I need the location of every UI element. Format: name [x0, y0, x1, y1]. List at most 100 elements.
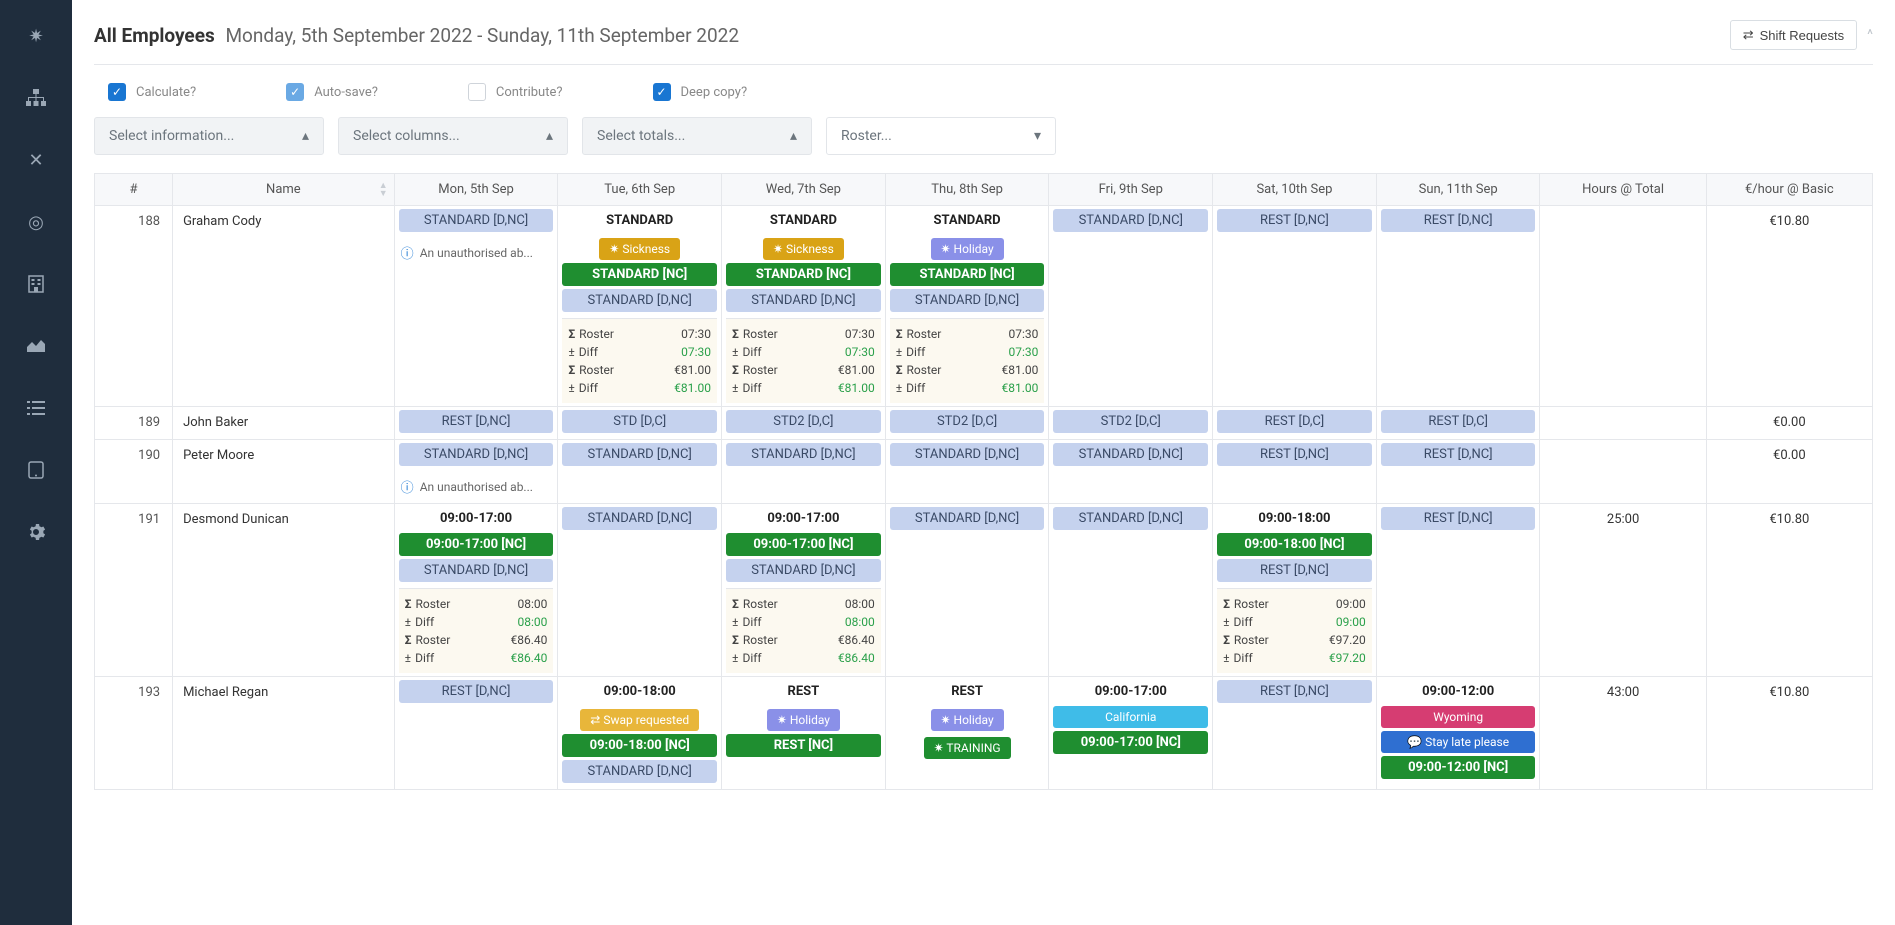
row-name[interactable]: Peter Moore [173, 440, 395, 504]
cell-fri[interactable]: STANDARD [D,NC] [1049, 440, 1213, 504]
select-roster[interactable]: Roster... ▾ [826, 117, 1056, 155]
cell-fri[interactable]: STD2 [D,C] [1049, 407, 1213, 440]
row-name[interactable]: Desmond Dunican [173, 504, 395, 677]
hours-total [1540, 407, 1706, 440]
row-name[interactable]: John Baker [173, 407, 395, 440]
sort-arrows-icon: ▲▼ [379, 182, 388, 198]
building-icon[interactable] [16, 268, 56, 300]
checkbox-off-icon [468, 83, 486, 101]
totals: Σ Roster09:00 ± Diff09:00 Σ Roster€97.20… [1217, 588, 1372, 673]
cell-fri[interactable]: STANDARD [D,NC] [1049, 206, 1213, 407]
cell-tue[interactable]: STANDARD [D,NC] [558, 440, 722, 504]
deepcopy-label: Deep copy? [681, 85, 748, 100]
col-num[interactable]: # [95, 174, 173, 206]
shift-pill: REST [D,NC] [1381, 209, 1536, 232]
list-icon[interactable] [16, 392, 56, 424]
shift-pill: REST [D,NC] [1381, 507, 1536, 530]
collapse-caret-icon[interactable]: ^ [1867, 27, 1873, 43]
shift-pill: STANDARD [D,NC] [562, 507, 717, 530]
cell-tue[interactable]: 09:00-18:00 ⇄ Swap requested 09:00-18:00… [558, 677, 722, 790]
cell-sat[interactable]: REST [D,NC] [1213, 440, 1377, 504]
cell-sat[interactable]: REST [D,NC] [1213, 677, 1377, 790]
select-columns[interactable]: Select columns... ▴ [338, 117, 568, 155]
col-wed[interactable]: Wed, 7th Sep [722, 174, 886, 206]
shift-sub: STANDARD [D,NC] [562, 760, 717, 783]
col-fri[interactable]: Fri, 9th Sep [1049, 174, 1213, 206]
shift-green: 09:00-18:00 [NC] [1217, 533, 1372, 556]
col-tue[interactable]: Tue, 6th Sep [558, 174, 722, 206]
cell-thu[interactable]: REST ✷ Holiday ✷ TRAINING [885, 677, 1049, 790]
cell-sat[interactable]: 09:00-18:00 09:00-18:00 [NC] REST [D,NC]… [1213, 504, 1377, 677]
cell-thu[interactable]: STANDARD [D,NC] [885, 440, 1049, 504]
calculate-checkbox[interactable]: ✓ Calculate? [108, 83, 196, 101]
chart-area-icon[interactable] [16, 330, 56, 362]
cell-wed[interactable]: STANDARD ✷ Sickness STANDARD [NC] STANDA… [722, 206, 886, 407]
totals: Σ Roster07:30 ± Diff07:30 Σ Roster€81.00… [726, 318, 881, 403]
cell-fri[interactable]: STANDARD [D,NC] [1049, 504, 1213, 677]
target-icon[interactable]: ◎ [16, 206, 56, 238]
tools-icon[interactable]: ✕ [16, 144, 56, 176]
cell-mon[interactable]: REST [D,NC] [394, 677, 558, 790]
cell-sun[interactable]: REST [D,C] [1376, 407, 1540, 440]
cell-sat[interactable]: REST [D,NC] [1213, 206, 1377, 407]
cell-thu[interactable]: STD2 [D,C] [885, 407, 1049, 440]
shift-green: STANDARD [NC] [890, 263, 1045, 286]
shift-pill: STANDARD [D,NC] [399, 209, 554, 232]
shift-pill: STANDARD [D,NC] [1053, 443, 1208, 466]
shift-sub: STANDARD [D,NC] [399, 559, 554, 582]
cell-wed[interactable]: REST ✷ Holiday REST [NC] [722, 677, 886, 790]
shift-head: STANDARD [562, 209, 717, 232]
cell-sat[interactable]: REST [D,C] [1213, 407, 1377, 440]
cell-mon[interactable]: STANDARD [D,NC] ⓘ An unauthorised ab... [394, 440, 558, 504]
col-rate[interactable]: €/hour @ Basic [1706, 174, 1872, 206]
cell-thu[interactable]: STANDARD ✷ Holiday STANDARD [NC] STANDAR… [885, 206, 1049, 407]
shuffle-icon: ⇄ [1743, 27, 1754, 43]
cell-sun[interactable]: REST [D,NC] [1376, 206, 1540, 407]
col-hours[interactable]: Hours @ Total [1540, 174, 1706, 206]
col-mon[interactable]: Mon, 5th Sep [394, 174, 558, 206]
totals: Σ Roster07:30 ± Diff07:30 Σ Roster€81.00… [562, 318, 717, 403]
rate: €0.00 [1706, 407, 1872, 440]
contribute-checkbox[interactable]: Contribute? [468, 83, 563, 101]
table-row: 188 Graham Cody STANDARD [D,NC] ⓘ An una… [95, 206, 1873, 407]
cell-mon[interactable]: STANDARD [D,NC] ⓘ An unauthorised ab... [394, 206, 558, 407]
shift-sub: STANDARD [D,NC] [726, 559, 881, 582]
cell-wed[interactable]: STANDARD [D,NC] [722, 440, 886, 504]
shift-pill: REST [D,NC] [399, 410, 554, 433]
row-name[interactable]: Michael Regan [173, 677, 395, 790]
cell-tue[interactable]: STD [D,C] [558, 407, 722, 440]
location-badge: California [1053, 706, 1208, 728]
row-name[interactable]: Graham Cody [173, 206, 395, 407]
cell-sun[interactable]: REST [D,NC] [1376, 504, 1540, 677]
info-icon: ⓘ [401, 243, 414, 262]
cell-tue[interactable]: STANDARD [D,NC] [558, 504, 722, 677]
cell-mon[interactable]: REST [D,NC] [394, 407, 558, 440]
org-tree-icon[interactable] [16, 82, 56, 114]
shift-pill: REST [D,NC] [1217, 443, 1372, 466]
shift-requests-button[interactable]: ⇄ Shift Requests [1730, 20, 1857, 50]
tablet-icon[interactable] [16, 454, 56, 486]
col-name[interactable]: Name ▲▼ [173, 174, 395, 206]
cell-sun[interactable]: 09:00-12:00 Wyoming 💬 Stay late please 0… [1376, 677, 1540, 790]
col-thu[interactable]: Thu, 8th Sep [885, 174, 1049, 206]
select-totals[interactable]: Select totals... ▴ [582, 117, 812, 155]
deepcopy-checkbox[interactable]: ✓ Deep copy? [653, 83, 748, 101]
select-information[interactable]: Select information... ▴ [94, 117, 324, 155]
cell-thu[interactable]: STANDARD [D,NC] [885, 504, 1049, 677]
col-sun[interactable]: Sun, 11th Sep [1376, 174, 1540, 206]
col-sat[interactable]: Sat, 10th Sep [1213, 174, 1377, 206]
settings-icon[interactable] [16, 516, 56, 548]
autosave-checkbox[interactable]: ✓ Auto-save? [286, 83, 378, 101]
cell-sun[interactable]: REST [D,NC] [1376, 440, 1540, 504]
shift-pill: REST [D,C] [1217, 410, 1372, 433]
cell-wed[interactable]: STD2 [D,C] [722, 407, 886, 440]
check-icon: ✓ [653, 83, 671, 101]
shift-sub: STANDARD [D,NC] [562, 289, 717, 312]
gear-alt-icon[interactable]: ✷ [16, 20, 56, 52]
cell-tue[interactable]: STANDARD ✷ Sickness STANDARD [NC] STANDA… [558, 206, 722, 407]
hours-total [1540, 206, 1706, 407]
cell-mon[interactable]: 09:00-17:00 09:00-17:00 [NC] STANDARD [D… [394, 504, 558, 677]
rate: €10.80 [1706, 504, 1872, 677]
cell-fri[interactable]: 09:00-17:00 California 09:00-17:00 [NC] [1049, 677, 1213, 790]
cell-wed[interactable]: 09:00-17:00 09:00-17:00 [NC] STANDARD [D… [722, 504, 886, 677]
